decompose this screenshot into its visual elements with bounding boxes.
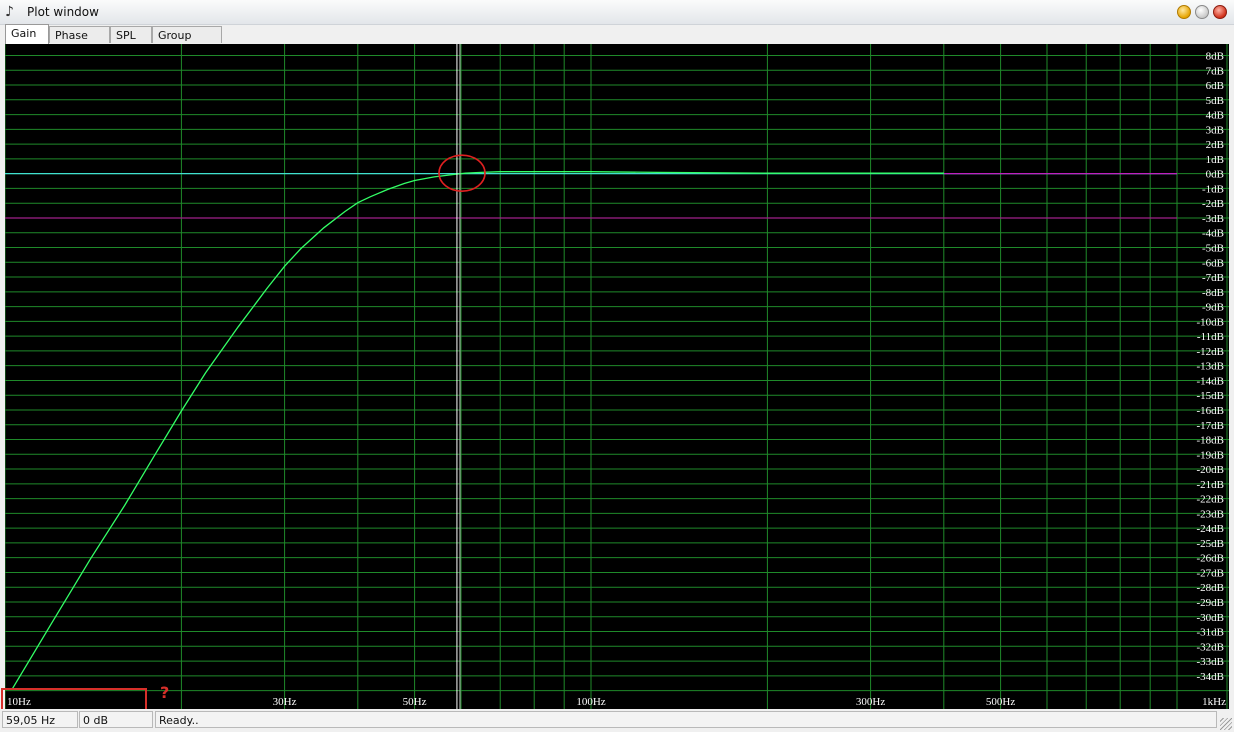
y-tick-label: -31dB [1197,627,1225,639]
y-tick-label: 1dB [1206,154,1224,166]
x-tick-label: 100Hz [576,696,605,708]
y-tick-label: -33dB [1197,656,1225,668]
y-tick-label: -19dB [1197,449,1225,461]
y-tick-label: -25dB [1197,538,1225,550]
y-tick-label: -6dB [1202,257,1224,269]
y-tick-label: -21dB [1197,479,1225,491]
app-icon: ♪ [5,4,14,20]
tab-gain[interactable]: Gain [5,24,49,44]
x-tick-label: 300Hz [856,696,885,708]
y-tick-label: -27dB [1197,567,1225,579]
status-bar: 59,05 Hz 0 dB Ready.. [0,709,1234,732]
x-tick-label: 30Hz [273,696,297,708]
y-tick-label: -9dB [1202,302,1224,314]
y-tick-label: 3dB [1206,124,1224,136]
maximize-button[interactable] [1195,5,1209,19]
y-tick-label: -24dB [1197,523,1225,535]
y-tick-label: -32dB [1197,641,1225,653]
status-message: Ready.. [155,711,1217,728]
y-tick-label: -17dB [1197,420,1225,432]
tab-phase-plot[interactable]: Phase plot [49,26,110,59]
x-tick-label: 1kHz [1202,696,1226,708]
y-tick-label: -22dB [1197,494,1225,506]
y-tick-label: -14dB [1197,375,1225,387]
x-tick-label: 50Hz [403,696,427,708]
y-tick-label: -5dB [1202,243,1224,255]
gain-curve [11,171,944,689]
y-tick-label: -3dB [1202,213,1224,225]
y-tick-label: 7dB [1206,65,1224,77]
y-tick-label: -26dB [1197,553,1225,565]
cursor-gain-readout: 0 dB [79,711,153,728]
y-tick-label: -12dB [1197,346,1225,358]
y-tick-label: -10dB [1197,316,1225,328]
y-tick-label: -13dB [1197,361,1225,373]
y-tick-label: -18dB [1197,435,1225,447]
plot-canvas: 8dB 7dB 6dB 5dB 4dB 3dB 2dB 1dB 0dB -1dB -2dB -3dB -… [5,44,1229,709]
tab-bar: Gain Phase plot SPL Group delay [0,24,1234,59]
y-tick-label: -23dB [1197,508,1225,520]
tab-spl[interactable]: SPL [110,26,152,43]
tab-group-delay[interactable]: Group delay [152,26,222,59]
y-tick-label: -11dB [1197,331,1224,343]
y-tick-label: 8dB [1206,51,1224,63]
y-tick-label: 2dB [1206,139,1224,151]
y-tick-label: -16dB [1197,405,1225,417]
y-tick-label: -7dB [1202,272,1224,284]
y-tick-label: -4dB [1202,228,1224,240]
y-tick-label: 6dB [1206,80,1224,92]
cursor-frequency-readout: 59,05 Hz [2,711,78,728]
y-tick-label: -28dB [1197,582,1225,594]
annotation-question-mark: ? [160,683,170,702]
y-tick-label: -34dB [1197,671,1225,683]
x-tick-label: 500Hz [986,696,1015,708]
gain-plot[interactable]: 8dB 7dB 6dB 5dB 4dB 3dB 2dB 1dB 0dB -1dB -2dB -3dB -… [5,44,1229,709]
title-bar: ♪ Plot window [0,0,1234,25]
y-tick-label: 0dB [1206,169,1224,181]
minimize-button[interactable] [1177,5,1191,19]
y-tick-label: -1dB [1202,183,1224,195]
y-tick-label: -20dB [1197,464,1225,476]
y-tick-label: 5dB [1206,95,1224,107]
close-button[interactable] [1213,5,1227,19]
y-tick-label: -29dB [1197,597,1225,609]
y-tick-label: -15dB [1197,390,1225,402]
y-tick-label: -2dB [1202,198,1224,210]
resize-grip[interactable] [1220,718,1232,730]
y-tick-label: -8dB [1202,287,1224,299]
y-tick-label: -30dB [1197,612,1225,624]
window-title: Plot window [27,5,99,19]
y-tick-label: 4dB [1206,110,1224,122]
